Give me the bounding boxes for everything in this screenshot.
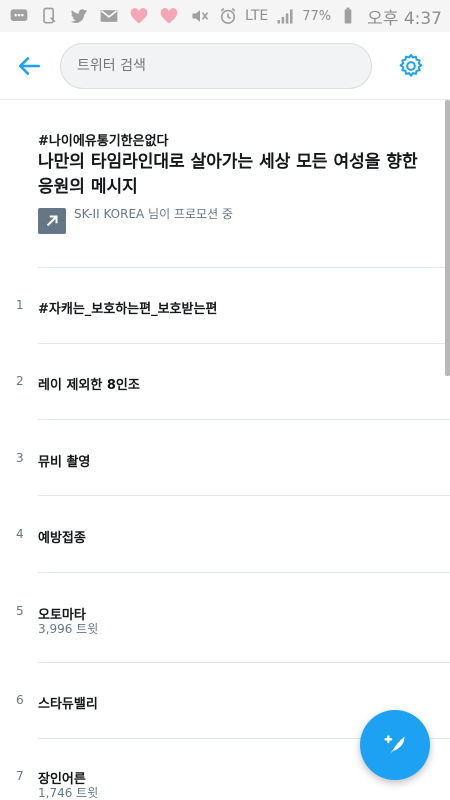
battery-icon: [337, 5, 359, 27]
trend-name: 스타듀밸리: [38, 697, 98, 712]
trend-item[interactable]: 2 레이 제외한 8인조: [0, 344, 450, 420]
trend-tweet-count: 1,746 트윗: [38, 786, 99, 800]
trend-item[interactable]: 4 예방접종: [0, 496, 450, 573]
heart-icon: [158, 5, 180, 27]
battery-percent: 77%: [302, 8, 332, 24]
lte-indicator: LTE: [244, 8, 269, 24]
alarm-icon: [217, 5, 239, 27]
arrow-left-icon: [18, 56, 40, 75]
trend-rank: 4: [16, 527, 24, 541]
mute-icon: [189, 5, 211, 27]
screen: LTE 77% 오후 4:37 #나이에유통기한은없다 나만의 타임라인대로 살…: [0, 0, 450, 800]
scrollbar[interactable]: [445, 100, 450, 376]
system-icons: LTE 77% 오후 4:37: [189, 4, 442, 29]
notification-icons: [8, 5, 180, 27]
trend-item[interactable]: 5 오토마타 3,996 트윗: [0, 573, 450, 663]
promoted-trend[interactable]: #나이에유통기한은없다 나만의 타임라인대로 살아가는 세상 모든 여성을 향한…: [38, 100, 450, 268]
trend-rank: 6: [16, 693, 24, 707]
trend-name: 예방접종: [38, 531, 86, 546]
settings-button[interactable]: [372, 32, 450, 100]
app-bar: [0, 32, 450, 100]
gear-icon: [399, 53, 423, 77]
twitter-icon: [68, 5, 90, 27]
compose-quill-icon: [384, 735, 405, 756]
trend-name: 뮤비 촬영: [38, 455, 91, 470]
message-icon: [8, 5, 30, 27]
compose-tweet-button[interactable]: [360, 710, 430, 780]
trend-rank: 5: [16, 604, 24, 618]
trend-item[interactable]: 1 #자캐는_보호하는편_보호받는편: [0, 268, 450, 344]
promoted-title: 나만의 타임라인대로 살아가는 세상 모든 여성을 향한 응원의 메시지: [38, 152, 418, 197]
signal-icon: [274, 5, 296, 27]
back-button[interactable]: [0, 32, 60, 100]
trend-rank: 3: [16, 451, 24, 465]
promoted-hashtag: #나이에유통기한은없다: [38, 134, 169, 149]
trend-rank: 2: [16, 374, 24, 388]
trend-tweet-count: 3,996 트윗: [38, 622, 99, 636]
status-bar: LTE 77% 오후 4:37: [0, 0, 450, 32]
promoted-sponsor-label: SK-II KOREA 님이 프로모션 중: [74, 206, 233, 221]
search-input[interactable]: [60, 42, 372, 89]
gmail-icon: [98, 5, 120, 27]
heart-icon: [128, 5, 150, 27]
clock: 오후 4:37: [367, 8, 442, 29]
promoted-sponsor: SK-II KOREA 님이 프로모션 중: [38, 206, 233, 234]
trend-rank: 1: [16, 298, 24, 312]
trend-name: 레이 제외한 8인조: [38, 378, 140, 393]
trend-item[interactable]: 3 뮤비 촬영: [0, 420, 450, 496]
cast-icon: [38, 5, 60, 27]
promoted-arrow-icon: [38, 208, 66, 234]
trend-rank: 7: [16, 769, 24, 783]
trend-name: #자캐는_보호하는편_보호받는편: [38, 302, 218, 317]
